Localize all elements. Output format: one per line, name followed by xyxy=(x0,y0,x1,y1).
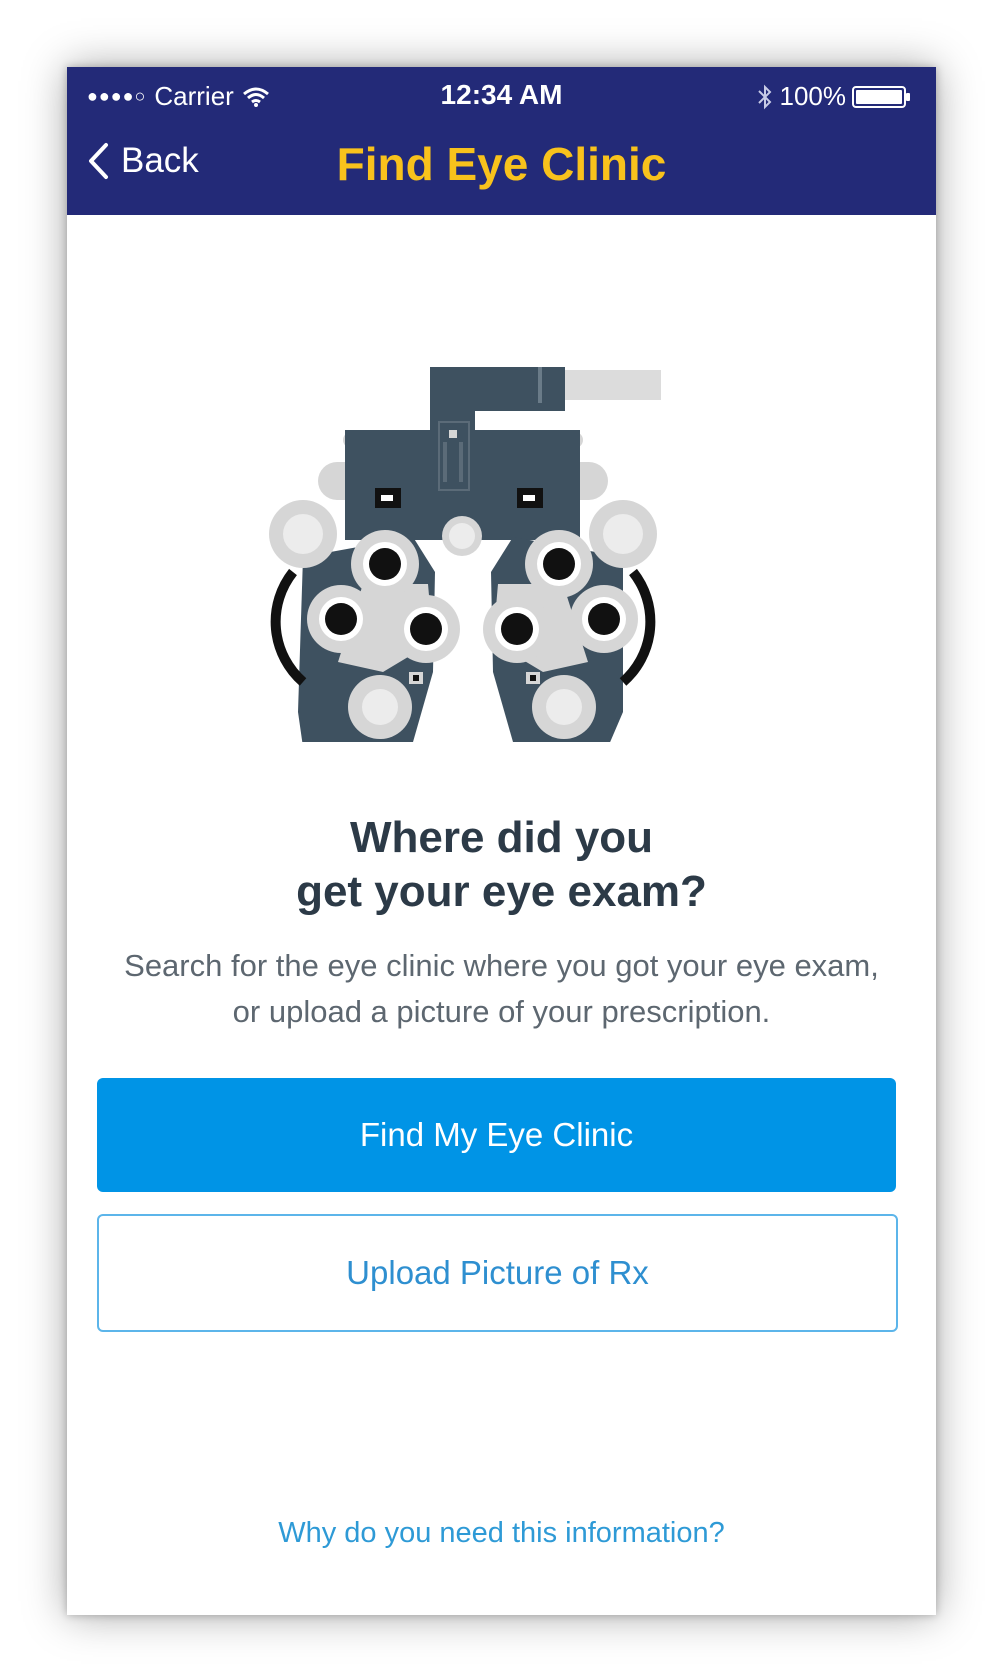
page-title: Find Eye Clinic xyxy=(336,138,667,190)
battery-group: 100% xyxy=(756,81,913,112)
header: ●●●●○ Carrier 12:34 AM 100% Back Find Ey… xyxy=(67,67,936,215)
instructions-text: Search for the eye clinic where you got … xyxy=(124,948,879,1029)
battery-icon xyxy=(852,85,910,108)
phone-screen: ●●●●○ Carrier 12:34 AM 100% Back Find Ey… xyxy=(67,67,936,1615)
bluetooth-icon xyxy=(757,84,771,109)
battery-percent: 100% xyxy=(779,81,847,111)
find-my-eye-clinic-button[interactable]: Find My Eye Clinic xyxy=(97,1078,896,1192)
phoropter-illustration xyxy=(269,367,661,742)
exam-question-heading: Where did you get your eye exam? xyxy=(67,811,936,919)
why-info-link[interactable]: Why do you need this information? xyxy=(67,1517,936,1550)
heading-line-2: get your eye exam? xyxy=(296,867,707,916)
heading-line-1: Where did you xyxy=(349,813,654,862)
navigation-bar: Back Find Eye Clinic xyxy=(67,123,936,215)
status-bar: ●●●●○ Carrier 12:34 AM 100% xyxy=(67,67,936,123)
upload-rx-picture-button[interactable]: Upload Picture of Rx xyxy=(97,1214,898,1332)
